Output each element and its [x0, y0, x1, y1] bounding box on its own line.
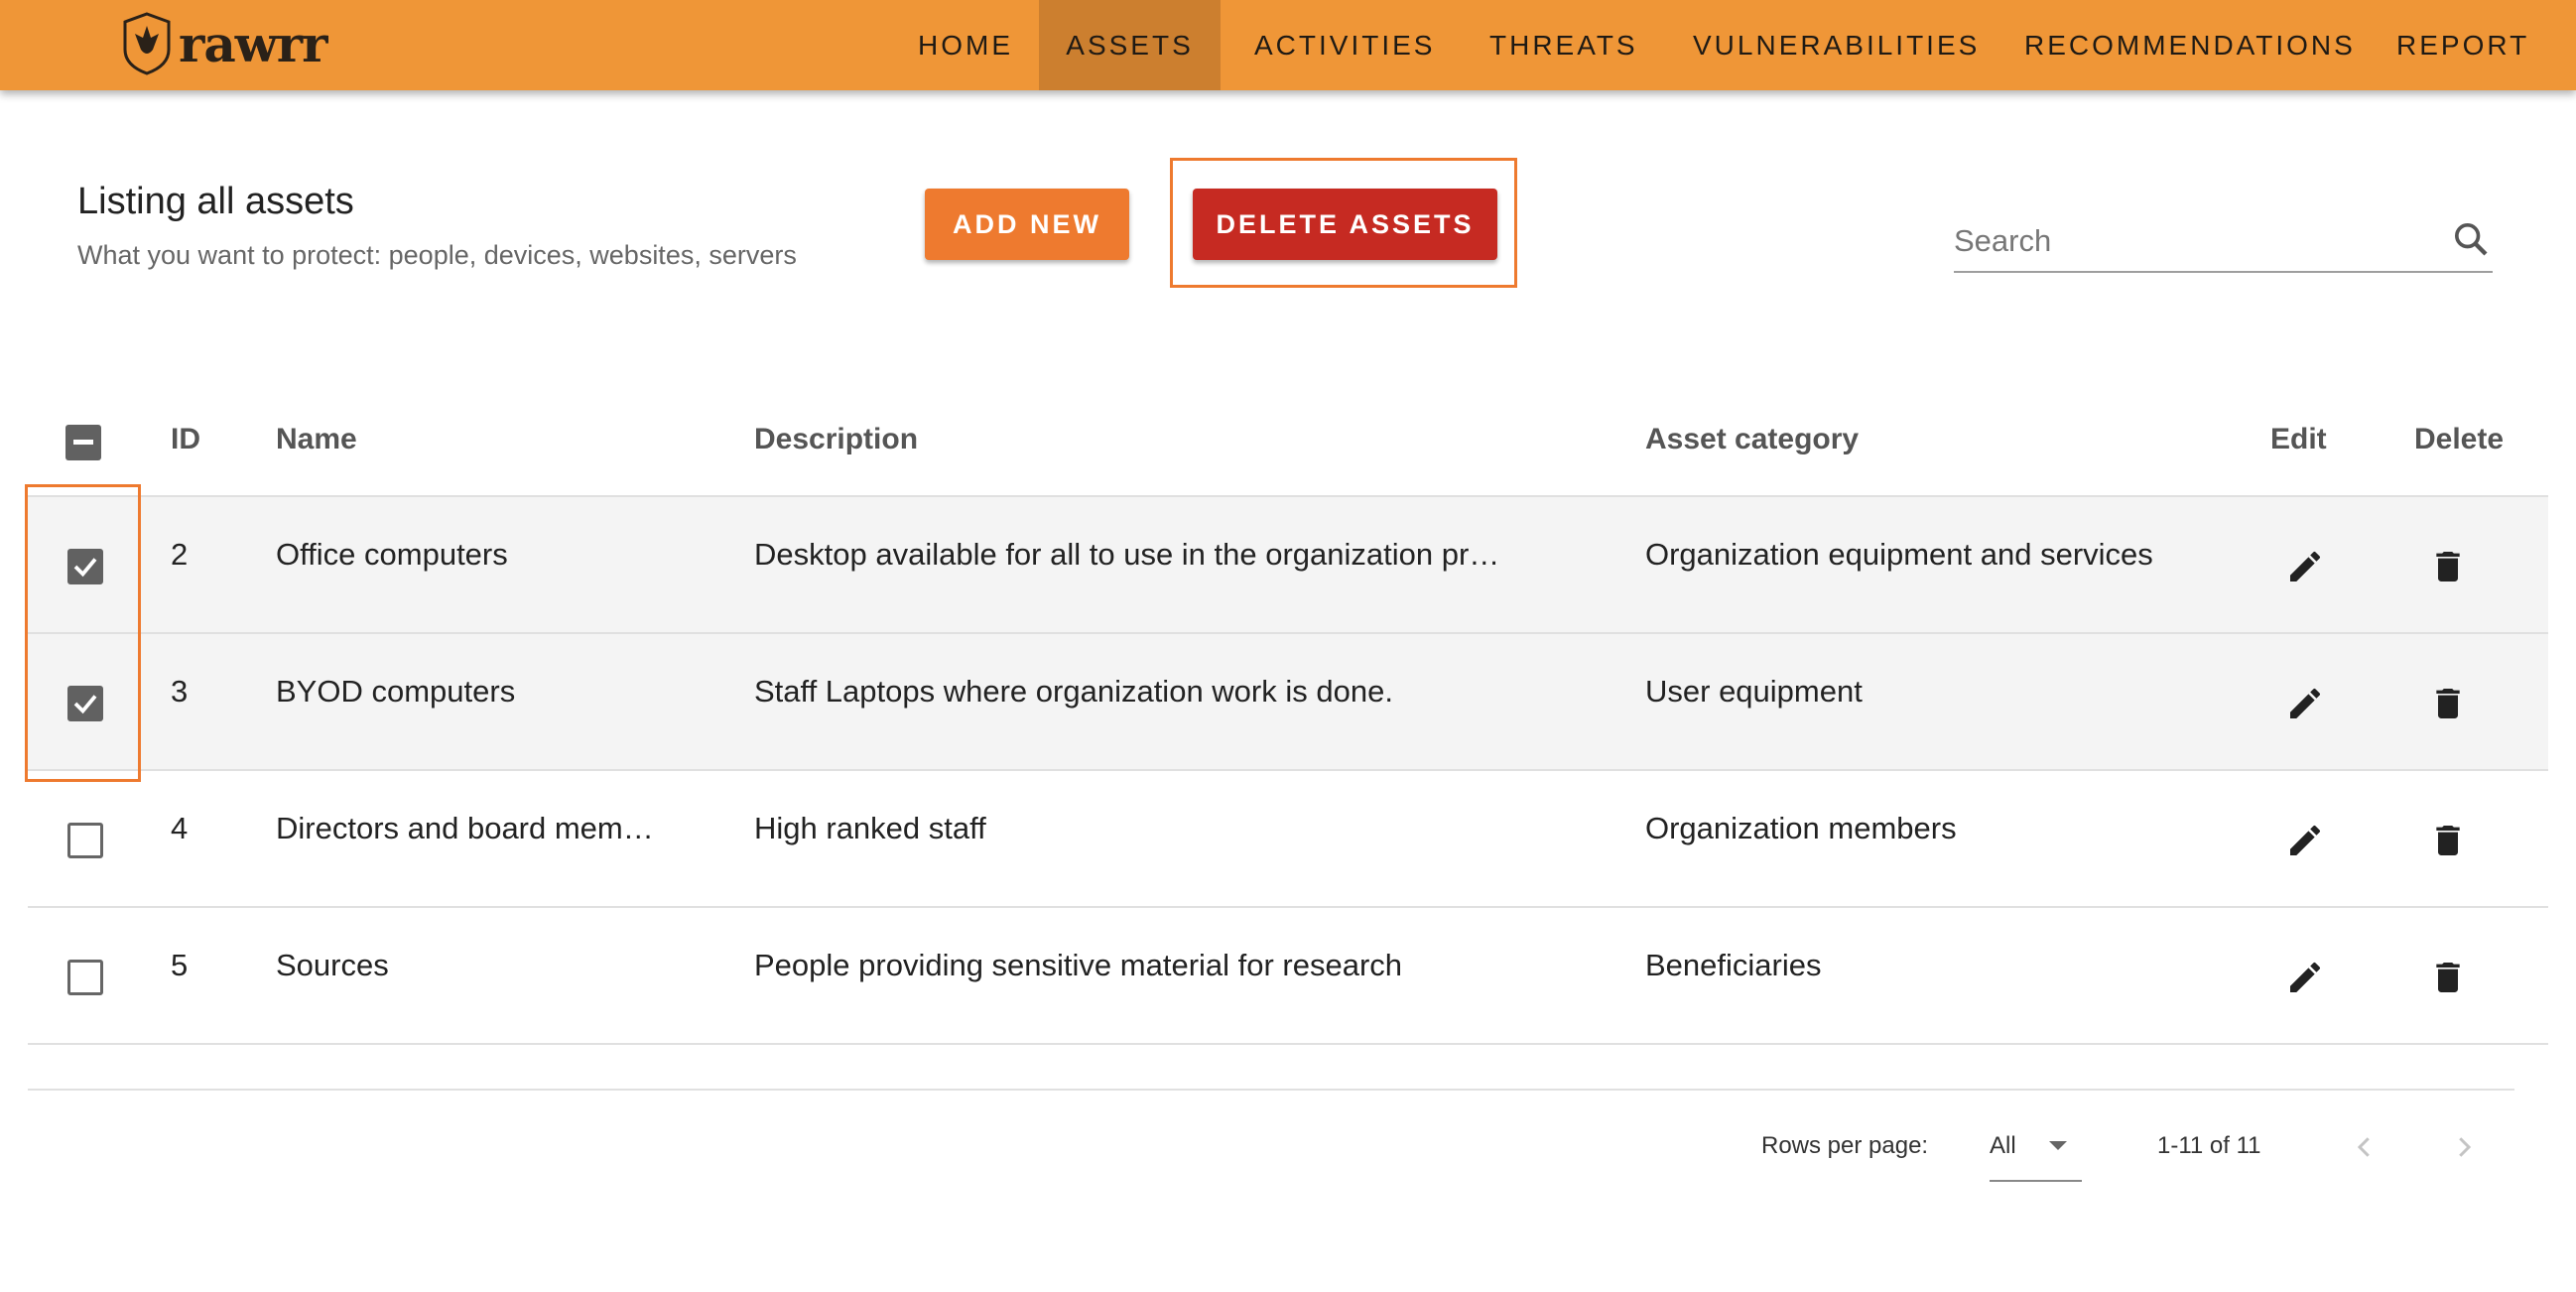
cell-id: 2: [171, 537, 189, 572]
select-all-checkbox[interactable]: [65, 425, 101, 460]
row-checkbox[interactable]: [67, 823, 103, 858]
cell-description: People providing sensitive material for …: [754, 948, 1403, 982]
page-title: Listing all assets: [77, 181, 354, 222]
edit-pencil-icon[interactable]: [2285, 958, 2325, 997]
header-name[interactable]: Name: [276, 423, 357, 456]
cell-category: User equipment: [1645, 674, 1863, 709]
nav-threats[interactable]: THREATS: [1456, 0, 1672, 90]
chevron-right-icon[interactable]: [2449, 1129, 2479, 1165]
top-nav-bar: rawrr HOME ASSETS ACTIVITIES THREATS VUL…: [0, 0, 2576, 90]
edit-pencil-icon[interactable]: [2285, 821, 2325, 860]
table-row[interactable]: 4 Directors and board mem… High ranked s…: [28, 771, 2548, 908]
chevron-left-icon[interactable]: [2350, 1129, 2380, 1165]
cell-id: 3: [171, 674, 189, 709]
cell-category: Organization members: [1645, 811, 1957, 845]
delete-assets-button[interactable]: DELETE ASSETS: [1193, 189, 1497, 260]
logo-text: rawrr: [179, 14, 327, 73]
nav-home[interactable]: HOME: [884, 0, 1047, 90]
add-new-button[interactable]: ADD NEW: [925, 189, 1129, 260]
search-placeholder: Search: [1954, 223, 2052, 258]
cell-name: BYOD computers: [276, 674, 516, 709]
cell-description: Desktop available for all to use in the …: [754, 537, 1500, 572]
header-id[interactable]: ID: [171, 423, 200, 456]
cell-id: 4: [171, 811, 189, 845]
cell-category: Organization equipment and services: [1645, 537, 2153, 572]
table-row[interactable]: 2 Office computers Desktop available for…: [28, 497, 2548, 634]
shield-icon: [123, 12, 171, 75]
caret-down-icon: [2049, 1141, 2067, 1150]
cell-category: Beneficiaries: [1645, 948, 1822, 982]
trash-icon[interactable]: [2428, 547, 2468, 586]
cell-name: Sources: [276, 948, 389, 982]
cell-description: Staff Laptops where organization work is…: [754, 674, 1393, 709]
rows-per-page-label: Rows per page:: [1761, 1132, 1929, 1159]
trash-icon[interactable]: [2428, 958, 2468, 997]
cell-name: Directors and board mem…: [276, 811, 654, 845]
cell-description: High ranked staff: [754, 811, 986, 845]
header-delete: Delete: [2414, 423, 2505, 455]
edit-pencil-icon[interactable]: [2285, 547, 2325, 586]
cell-name: Office computers: [276, 537, 508, 572]
table-row[interactable]: 3 BYOD computers Staff Laptops where org…: [28, 634, 2548, 771]
nav-vulnerabilities[interactable]: VULNERABILITIES: [1659, 0, 2013, 90]
page-subtitle: What you want to protect: people, device…: [77, 240, 797, 270]
trash-icon[interactable]: [2428, 821, 2468, 860]
header-category[interactable]: Asset category: [1645, 423, 1859, 456]
table-row[interactable]: 5 Sources People providing sensitive mat…: [28, 908, 2548, 1045]
search-input[interactable]: Search: [1954, 213, 2493, 273]
nav-activities[interactable]: ACTIVITIES: [1221, 0, 1469, 90]
header-edit: Edit: [2270, 423, 2327, 455]
nav-assets[interactable]: ASSETS: [1039, 0, 1221, 90]
edit-pencil-icon[interactable]: [2285, 684, 2325, 723]
trash-icon[interactable]: [2428, 684, 2468, 723]
pagination-range: 1-11 of 11: [2157, 1132, 2261, 1159]
footer-divider: [28, 1089, 2514, 1091]
nav-report[interactable]: REPORT: [2363, 0, 2563, 90]
checkbox-highlight-box: [25, 484, 141, 782]
nav-recommendations[interactable]: RECOMMENDATIONS: [1991, 0, 2389, 90]
header-description[interactable]: Description: [754, 423, 918, 456]
cell-id: 5: [171, 948, 189, 982]
rows-per-page-value: All: [1990, 1132, 2016, 1159]
rawrr-logo[interactable]: rawrr: [121, 12, 327, 75]
row-checkbox[interactable]: [67, 960, 103, 995]
rows-per-page-select[interactable]: All: [1990, 1132, 2082, 1182]
search-icon[interactable]: [2451, 219, 2491, 259]
